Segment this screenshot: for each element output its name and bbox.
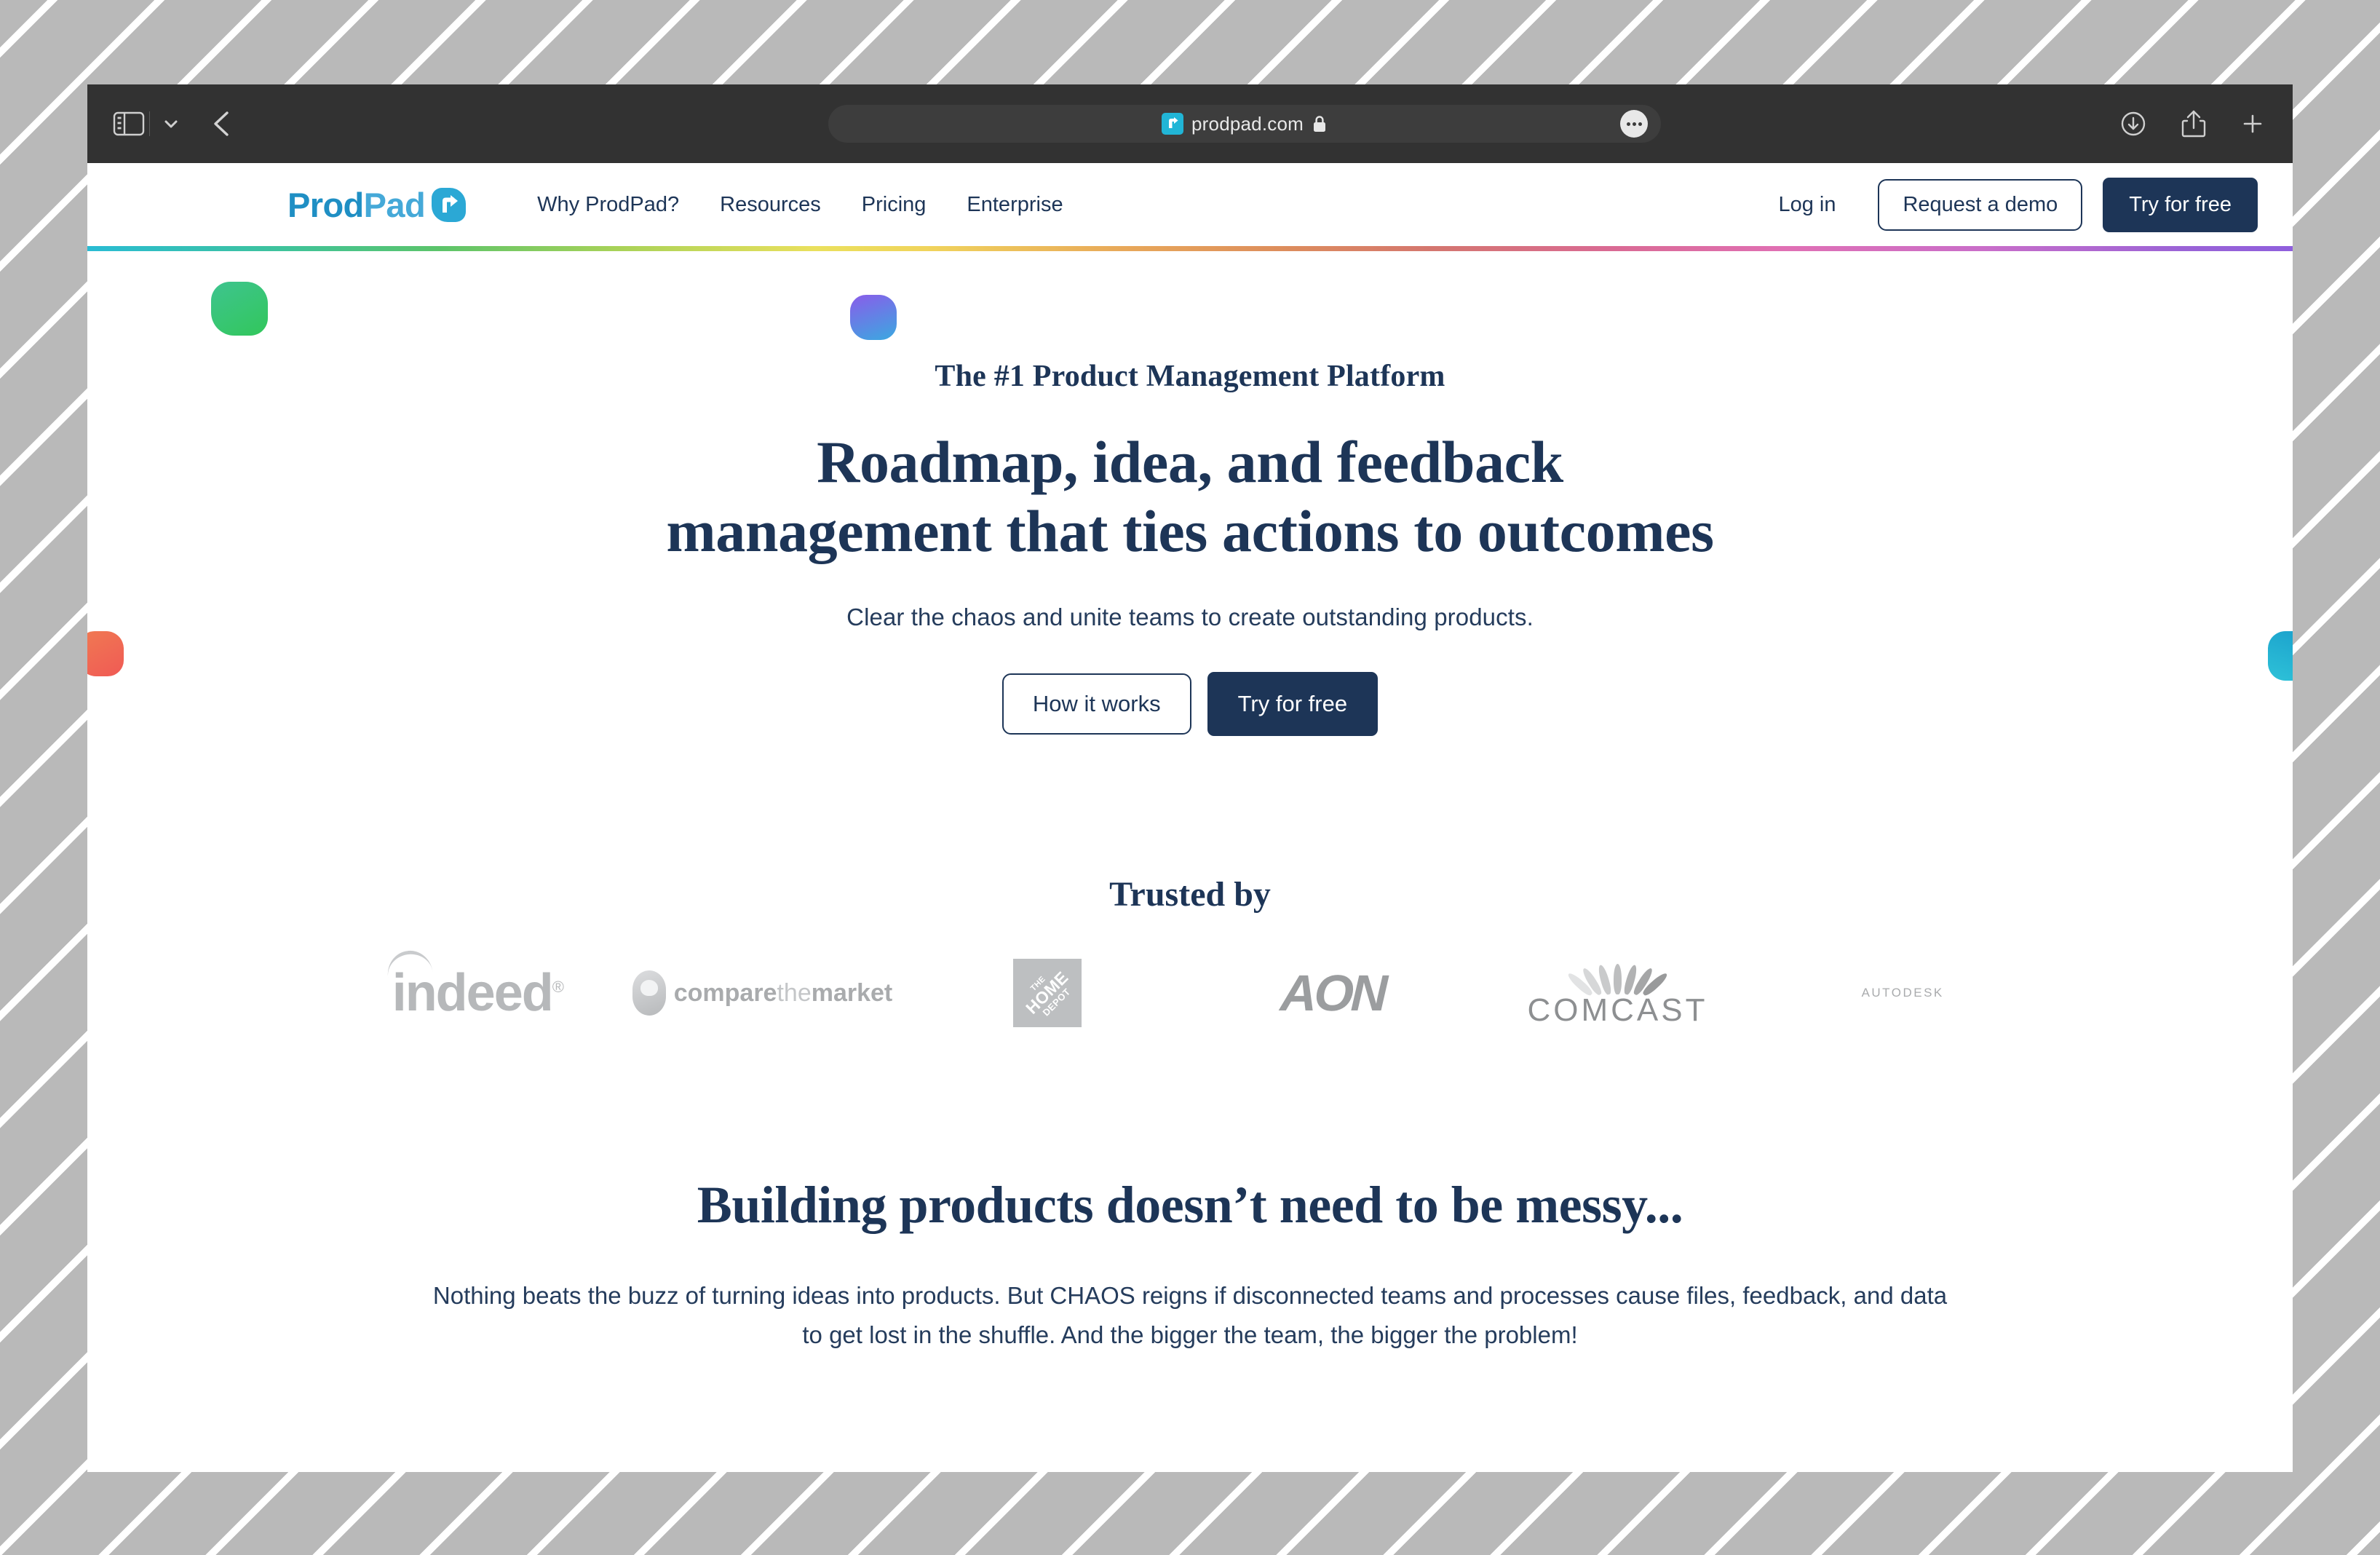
- hero-cta-group: How it works Try for free: [87, 672, 2293, 737]
- trusted-by-section: Trusted by indeed® comparethemarket THE …: [87, 874, 2293, 1037]
- logo-aon: AON: [1190, 949, 1475, 1037]
- ctm-label-market: market: [811, 979, 893, 1008]
- logo-text-prod: Prod: [287, 185, 364, 224]
- nav-enterprise[interactable]: Enterprise: [946, 186, 1083, 224]
- page-title: Roadmap, idea, and feedback management t…: [462, 427, 1918, 566]
- messy-section: Building products doesn’t need to be mes…: [87, 1175, 2293, 1354]
- nav-resources[interactable]: Resources: [699, 186, 841, 224]
- ctm-label-compare: compare: [673, 979, 777, 1008]
- more-options-icon[interactable]: [1620, 110, 1648, 138]
- prodpad-logo-mark: [432, 187, 467, 222]
- chevron-down-icon[interactable]: [159, 111, 183, 136]
- new-tab-plus-icon[interactable]: [2239, 110, 2266, 138]
- logo-indeed: indeed®: [335, 948, 620, 1037]
- nav-pricing[interactable]: Pricing: [841, 186, 947, 224]
- client-logo-strip: indeed® comparethemarket THE HOME DEPOT …: [87, 948, 2293, 1037]
- gradient-divider: [87, 246, 2293, 251]
- sidebar-toggle-icon[interactable]: [113, 111, 145, 137]
- hero-title-line-1: Roadmap, idea, and feedback: [817, 429, 1563, 495]
- comcast-label: COMCAST: [1527, 992, 1708, 1029]
- how-it-works-button[interactable]: How it works: [1001, 673, 1191, 735]
- messy-paragraph: Nothing beats the buzz of turning ideas …: [432, 1282, 1948, 1348]
- peacock-icon: [1528, 959, 1708, 998]
- logo-autodesk: AUTODESK: [1760, 949, 2045, 1037]
- main-nav: Why ProdPad? Resources Pricing Enterpris…: [517, 186, 1084, 224]
- hero-eyebrow: The #1 Product Management Platform: [935, 360, 1445, 393]
- logo-comcast: COMCAST: [1475, 949, 1761, 1037]
- nav-why-prodpad[interactable]: Why ProdPad?: [517, 186, 699, 224]
- request-demo-button[interactable]: Request a demo: [1878, 178, 2083, 231]
- aon-label: AON: [1279, 965, 1386, 1022]
- url-text: prodpad.com: [1191, 112, 1304, 135]
- ctm-label-the: the: [777, 979, 812, 1008]
- autodesk-label: AUTODESK: [1861, 986, 1944, 1000]
- hero-subtitle: Clear the chaos and unite teams to creat…: [846, 604, 1534, 631]
- hero-title-line-2: management that ties actions to outcomes: [666, 498, 1714, 565]
- try-for-free-button-hero[interactable]: Try for free: [1207, 672, 1379, 737]
- header-actions: Log in Request a demo Try for free: [1756, 177, 2258, 232]
- back-arrow-icon[interactable]: [201, 107, 245, 141]
- share-icon[interactable]: [2179, 108, 2208, 140]
- login-link[interactable]: Log in: [1756, 186, 1857, 224]
- browser-window: prodpad.com ProdPad Why ProdPad? Resourc…: [87, 84, 2293, 1472]
- logo-comparethemarket: comparethemarket: [620, 949, 905, 1037]
- logo-text-pad: Pad: [363, 185, 426, 224]
- address-bar[interactable]: prodpad.com: [828, 105, 1661, 143]
- messy-heading: Building products doesn’t need to be mes…: [697, 1176, 1683, 1235]
- prodpad-logo[interactable]: ProdPad: [287, 185, 467, 224]
- hero-section: The #1 Product Management Platform Roadm…: [87, 251, 2293, 737]
- lock-icon: [1312, 114, 1328, 133]
- trusted-by-heading: Trusted by: [1109, 875, 1271, 914]
- browser-toolbar: prodpad.com: [87, 84, 2293, 163]
- toolbar-divider: [149, 111, 150, 136]
- meerkat-icon: [632, 970, 666, 1016]
- download-icon[interactable]: [2118, 108, 2149, 139]
- prodpad-favicon: [1162, 113, 1184, 135]
- page-content: The #1 Product Management Platform Roadm…: [87, 251, 2293, 1472]
- site-header: ProdPad Why ProdPad? Resources Pricing E…: [87, 163, 2293, 246]
- try-for-free-button-header[interactable]: Try for free: [2103, 177, 2258, 232]
- logo-home-depot: THE HOME DEPOT: [905, 949, 1190, 1037]
- indeed-registered-mark: ®: [552, 978, 564, 997]
